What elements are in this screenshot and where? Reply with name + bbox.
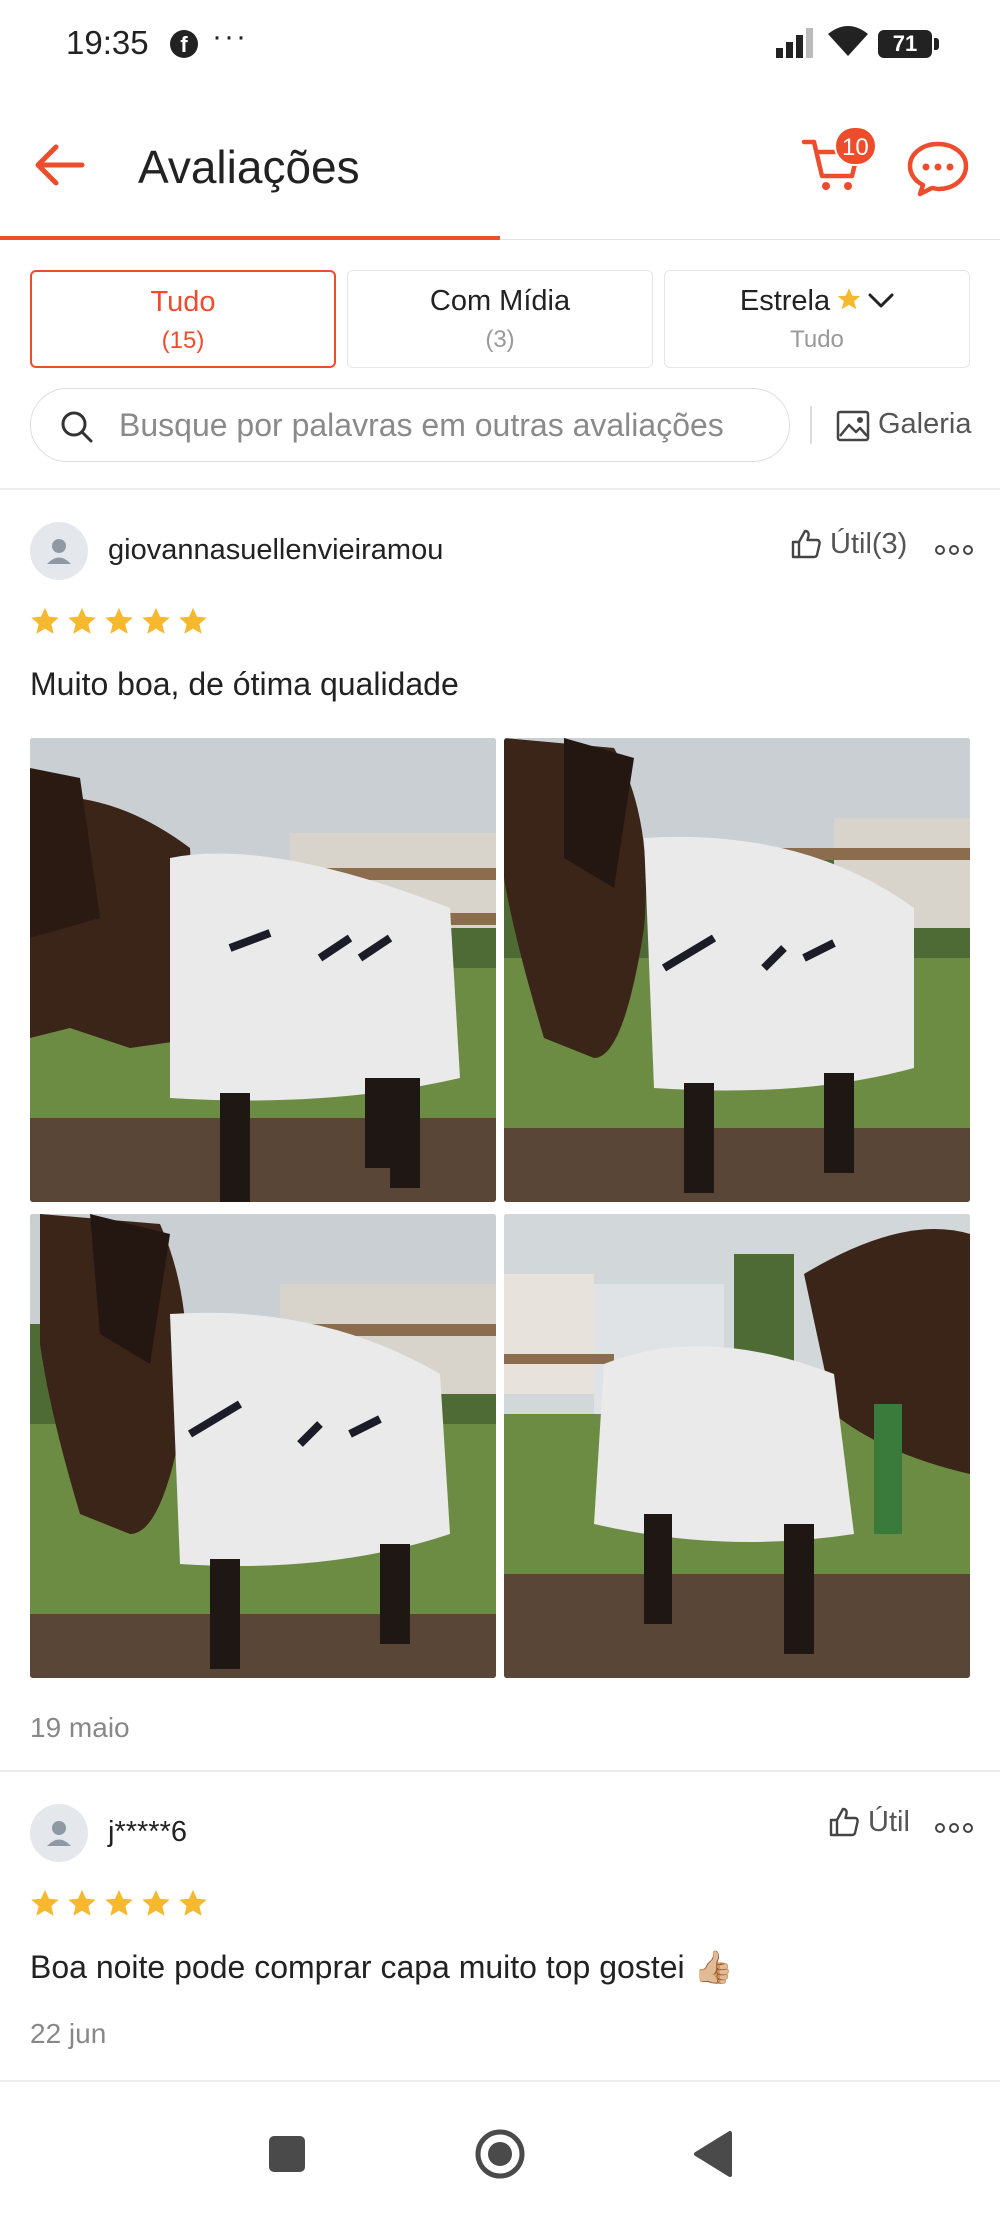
filter-label-row: Estrela: [665, 285, 969, 318]
gallery-label: Galeria: [878, 408, 972, 440]
avatar: [30, 522, 88, 580]
review-photo-3[interactable]: [30, 1214, 496, 1678]
star-icon: [105, 1889, 133, 1916]
star-icon: [31, 1889, 59, 1916]
star-icon: [179, 607, 207, 634]
recent-apps-button[interactable]: [252, 2119, 322, 2189]
status-bar: 19:35 f ··· 71: [0, 0, 1000, 90]
reviewer-name: giovannasuellenvieiramou: [108, 534, 444, 566]
star-icon: [68, 607, 96, 634]
star-icon: [837, 288, 861, 310]
helpful-label: Útil: [868, 1806, 910, 1838]
avatar: [30, 1804, 88, 1862]
filter-tab-stars[interactable]: Estrela Tudo: [664, 270, 970, 368]
status-time: 19:35: [66, 24, 149, 61]
page-title: Avaliações: [138, 141, 360, 193]
more-dots-icon[interactable]: [934, 1818, 974, 1838]
review-text: Boa noite pode comprar capa muito top go…: [30, 1949, 734, 1985]
star-icon: [105, 607, 133, 634]
thumbs-up-icon: [829, 1807, 859, 1837]
thumbs-up-icon: [791, 529, 821, 559]
rating-stars: [30, 606, 215, 638]
filter-label: Estrela: [739, 285, 831, 317]
search-icon: [61, 411, 93, 443]
cart-count-badge: 10: [834, 126, 877, 166]
back-arrow-icon[interactable]: [30, 135, 90, 195]
star-icon: [179, 1889, 207, 1916]
star-icon: [142, 607, 170, 634]
facebook-notification-icon: f: [170, 30, 198, 58]
wifi-icon: [828, 26, 868, 56]
more-notifications-icon: ···: [212, 20, 248, 53]
app-header: Avaliações 10: [0, 100, 1000, 240]
back-button[interactable]: [678, 2119, 748, 2189]
filter-tab-with-media[interactable]: Com Mídia (3): [347, 270, 653, 368]
filter-sub: Tudo: [790, 326, 844, 353]
reviewer-name: j*****6: [108, 1816, 187, 1848]
search-input[interactable]: Busque por palavras em outras avaliações: [30, 388, 790, 462]
review-photo-4[interactable]: [504, 1214, 970, 1678]
system-nav-bar: [0, 2083, 1000, 2223]
chat-bubble-icon[interactable]: [906, 136, 970, 200]
helpful-label: Útil(3): [830, 528, 908, 560]
filter-count: (15): [161, 327, 205, 354]
rating-stars: [30, 1888, 215, 1920]
filter-label: Com Mídia: [429, 285, 571, 317]
review-card: giovannasuellenvieiramou Útil(3) Muito b…: [0, 490, 1000, 1770]
section-divider: [0, 2080, 1000, 2082]
star-icon: [68, 1889, 96, 1916]
review-card: j*****6 Útil Boa noite pode comprar capa…: [0, 1772, 1000, 2072]
filter-count: (3): [485, 326, 515, 353]
review-text: Muito boa, de ótima qualidade: [30, 666, 459, 702]
star-icon: [31, 607, 59, 634]
home-button[interactable]: [465, 2119, 535, 2189]
signal-icon: [776, 28, 813, 58]
active-tab-indicator: [0, 236, 500, 240]
search-separator: [810, 406, 812, 444]
chevron-down-icon: [868, 293, 894, 308]
battery-icon: 71: [878, 30, 939, 58]
review-photo-1[interactable]: [30, 738, 496, 1202]
more-dots-icon[interactable]: [934, 540, 974, 560]
review-date: 22 jun: [30, 2018, 107, 2049]
filter-label: Tudo: [150, 286, 216, 318]
image-icon: [836, 410, 870, 442]
battery-level: 71: [892, 31, 918, 56]
filter-tabs: Tudo (15) Com Mídia (3) Estrela Tudo: [30, 270, 970, 368]
star-icon: [142, 1889, 170, 1916]
review-date: 19 maio: [30, 1712, 130, 1743]
filter-tab-all[interactable]: Tudo (15): [30, 270, 336, 368]
search-placeholder: Busque por palavras em outras avaliações: [119, 407, 724, 443]
review-photo-2[interactable]: [504, 738, 970, 1202]
